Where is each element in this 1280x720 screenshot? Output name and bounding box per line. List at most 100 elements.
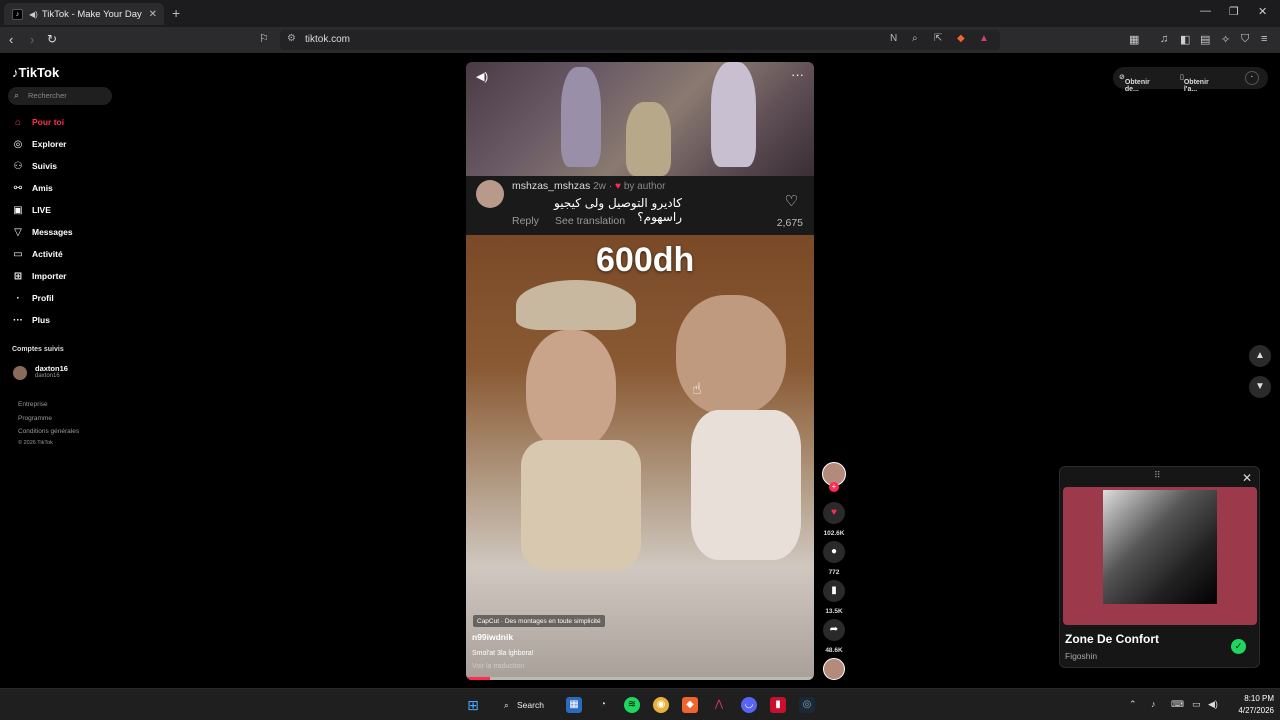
taskbar-search[interactable]: ⌕ Search <box>494 695 552 715</box>
brave-shields-icon[interactable]: ◆ <box>957 33 965 44</box>
sidebar-item-explorer[interactable]: ◎ Explorer <box>12 137 67 151</box>
sidebar-item-live[interactable]: ▣ LIVE <box>12 203 51 217</box>
bookmark-icon[interactable]: ⚐ <box>259 32 269 45</box>
windows-start-icon[interactable]: ⊞ <box>465 697 481 713</box>
track-title[interactable]: Zone De Confort <box>1065 632 1159 646</box>
video-player[interactable]: ◀) ··· mshzas_mshzas 2w · ♥ by author كا… <box>466 62 814 680</box>
video-translate-link[interactable]: Voir la traduction <box>472 663 524 670</box>
search-input[interactable]: ⌕ Rechercher <box>8 87 112 105</box>
get-desktop-app-button[interactable]: ⊘ Obtenir de... <box>1119 73 1150 93</box>
video-top-frame: ◀) ··· <box>466 62 814 176</box>
friends-icon: ⚯ <box>13 182 23 194</box>
steam-icon[interactable]: ◎ <box>799 697 815 713</box>
profile-avatar-button[interactable]: · <box>1245 71 1259 85</box>
more-options-icon[interactable]: ··· <box>791 67 804 82</box>
footer-link-programme[interactable]: Programme <box>18 415 52 422</box>
sidebar-item-activit-[interactable]: ▭ Activité <box>12 247 62 261</box>
brave-icon[interactable]: ◆ <box>682 697 698 713</box>
mini-player: ⠿ ✕ Zone De Confort Figoshin ✓ <box>1059 466 1260 668</box>
track-artist[interactable]: Figoshin <box>1065 651 1097 661</box>
footer-link-entreprise[interactable]: Entreprise <box>18 401 48 408</box>
following-title: Comptes suivis <box>12 346 64 353</box>
window-close-button[interactable]: ✕ <box>1258 5 1267 18</box>
footer-copyright: © 2026 TikTok <box>18 440 53 446</box>
reload-button[interactable]: ↻ <box>47 32 57 46</box>
saved-check-icon[interactable]: ✓ <box>1231 639 1246 654</box>
previous-video-button[interactable]: ▲ <box>1249 345 1271 367</box>
video-progress-bar[interactable] <box>466 677 814 680</box>
reader-mode-icon[interactable]: N <box>890 33 897 44</box>
speaker-icon[interactable]: ◀) <box>29 10 38 19</box>
minimize-button[interactable]: — <box>1200 5 1211 17</box>
widgets-icon[interactable]: ▦ <box>566 697 582 713</box>
sidebar-item-messages[interactable]: ▽ Messages <box>12 225 73 239</box>
sidebar-item-plus[interactable]: ··· Plus <box>12 313 50 327</box>
video-description: Smol'at 3la lghbora! <box>472 650 534 657</box>
display-icon[interactable]: ▭ <box>1192 699 1201 710</box>
sidebar-item-importer[interactable]: ⊞ Importer <box>12 269 67 283</box>
comment-see-translation: See translation <box>555 215 626 227</box>
browser-tab[interactable]: ♪ ◀) TikTok - Make Your Day ✕ <box>4 3 164 25</box>
share-button[interactable]: ➦ <box>823 619 845 641</box>
new-tab-button[interactable]: + <box>172 5 180 21</box>
site-settings-icon[interactable]: ⚙ <box>287 33 296 44</box>
app-icon[interactable]: ◔ <box>595 697 611 713</box>
user-follow-icon: ⚇ <box>13 160 23 172</box>
comment-like-count: 2,675 <box>776 217 803 229</box>
follow-plus-icon[interactable]: + <box>829 482 839 492</box>
app-red-icon[interactable]: ▮ <box>770 697 786 713</box>
video-comment-overlay: mshzas_mshzas 2w · ♥ by author كاديرو ال… <box>466 176 814 235</box>
bookmark-button[interactable]: ▮ <box>823 580 845 602</box>
sidebar-icon[interactable]: ◧ <box>1180 33 1190 46</box>
share-icon[interactable]: ⇱ <box>934 33 942 44</box>
menu-icon[interactable]: ≡ <box>1261 33 1267 45</box>
affinity-icon[interactable]: ⋀ <box>711 697 727 713</box>
capcut-badge[interactable]: CapCut · Des montages en toute simplicit… <box>473 615 605 627</box>
sidebar-item-amis[interactable]: ⚯ Amis <box>12 181 53 195</box>
volume-icon[interactable]: ◀) <box>476 70 488 83</box>
search-placeholder: Rechercher <box>28 91 67 100</box>
sidebar-item-label: Importer <box>32 271 67 281</box>
like-button[interactable]: ♥ <box>823 502 845 524</box>
forward-button[interactable]: › <box>30 32 34 47</box>
music-disc-icon[interactable] <box>823 658 845 680</box>
comment-button[interactable]: ● <box>823 541 845 563</box>
volume-tray-icon[interactable]: ◀) <box>1208 699 1218 710</box>
keyboard-icon[interactable]: ⌨ <box>1171 699 1184 710</box>
vpn-icon[interactable]: ⛉ <box>1241 33 1249 46</box>
sidebar-item-profil[interactable]: · Profil <box>12 291 53 305</box>
tray-overflow-icon[interactable]: ⌃ <box>1129 699 1137 710</box>
spotify-icon[interactable]: ≋ <box>624 697 640 713</box>
back-button[interactable]: ‹ <box>9 32 13 47</box>
home-icon: ⌂ <box>14 116 22 128</box>
system-clock[interactable]: 8:10 PM 4/27/2026 <box>1222 693 1274 717</box>
wallet-icon[interactable]: ▤ <box>1200 33 1210 46</box>
leo-ai-icon[interactable]: ✧ <box>1221 33 1230 46</box>
zoom-icon[interactable]: ⌕ <box>912 33 918 44</box>
tiktok-logo[interactable]: ♪TikTok <box>12 65 59 80</box>
sidebar-item-label: Messages <box>32 227 73 237</box>
restore-button[interactable]: ❐ <box>1229 5 1239 18</box>
browser-tab-bar: ♪ ◀) TikTok - Make Your Day ✕ + — ❐ ✕ <box>0 0 1280 27</box>
sidebar-item-pour-toi[interactable]: ⌂ Pour toi <box>12 115 64 129</box>
sidebar-item-suivis[interactable]: ⚇ Suivis <box>12 159 58 173</box>
comment-avatar <box>476 180 504 208</box>
brave-rewards-icon[interactable]: ▲ <box>979 33 989 44</box>
sidebar-toggle-icon[interactable]: ▦ <box>1129 33 1139 46</box>
url-bar[interactable]: ⚙ tiktok.com N ⌕ ⇱ ◆ ▲ <box>280 30 1000 50</box>
video-author[interactable]: n99iwdnik <box>472 632 513 642</box>
drag-handle-icon[interactable]: ⠿ <box>1154 470 1161 481</box>
microphone-icon[interactable]: ♪ <box>1151 699 1156 709</box>
discord-icon[interactable]: ◡ <box>741 697 757 713</box>
tab-title: TikTok - Make Your Day <box>41 8 142 20</box>
tab-close-button[interactable]: ✕ <box>149 9 157 20</box>
url-text[interactable]: tiktok.com <box>305 34 350 45</box>
more-icon: ··· <box>13 314 23 326</box>
mini-player-close-button[interactable]: ✕ <box>1242 471 1252 485</box>
get-mobile-app-button[interactable]: ▯ Obtenir l'a... <box>1180 73 1209 93</box>
save-count: 13.5K <box>825 608 843 615</box>
chrome-icon[interactable]: ◉ <box>653 697 669 713</box>
music-icon[interactable]: ♫ <box>1160 33 1168 45</box>
next-video-button[interactable]: ▼ <box>1249 376 1271 398</box>
footer-link-conditions[interactable]: Conditions générales <box>18 428 79 435</box>
